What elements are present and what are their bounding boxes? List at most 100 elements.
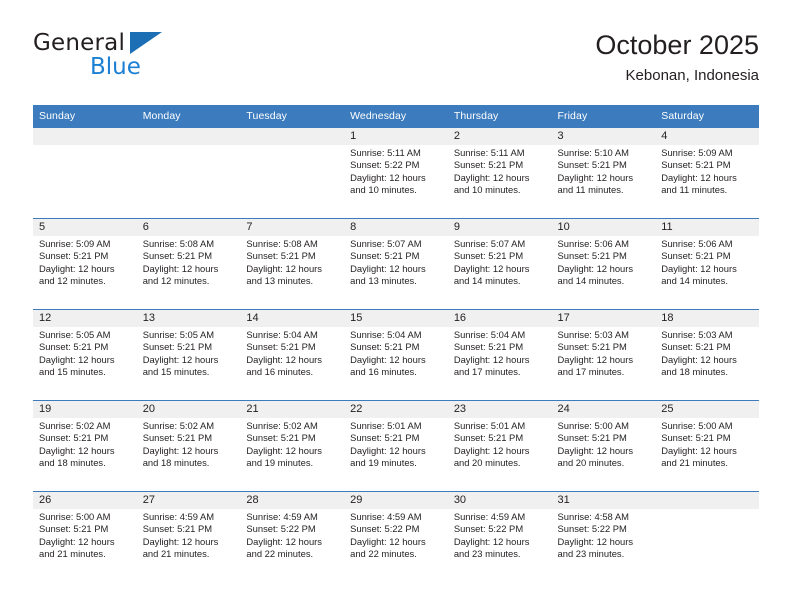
sunrise-text: Sunrise: 4:59 AM xyxy=(142,511,215,522)
daylight-text-line2: and 21 minutes. xyxy=(661,456,728,468)
sun-info: Sunrise: 5:04 AM Sunset: 5:21 PM Daylight:… xyxy=(448,327,552,378)
daylight-text-line1: Daylight: 12 hours xyxy=(246,535,322,547)
day-number: 27 xyxy=(136,492,241,509)
daylight-text-line2: and 20 minutes. xyxy=(557,456,625,468)
calendar-cell-day[interactable]: 4 Sunrise: 5:09 AM Sunset: 5:21 PM Daylight… xyxy=(655,128,759,219)
sun-info: Sunrise: 5:10 AM Sunset: 5:21 PM Daylight:… xyxy=(552,145,656,196)
calendar-cell-day[interactable]: 30 Sunrise: 4:59 AM Sunset: 5:22 PM Dayligh… xyxy=(447,491,552,582)
sunset-text: Sunset: 5:21 PM xyxy=(557,250,627,262)
calendar-cell-day[interactable]: 15 Sunrise: 5:04 AM Sunset: 5:21 PM Dayligh… xyxy=(344,309,448,401)
calendar-cell-day[interactable]: 24 Sunrise: 5:00 AM Sunset: 5:21 PM Dayligh… xyxy=(551,400,656,492)
day-number: 11 xyxy=(655,219,759,236)
calendar-cell-day[interactable]: 22 Sunrise: 5:01 AM Sunset: 5:21 PM Dayligh… xyxy=(344,400,448,492)
daylight-text-line1: Daylight: 12 hours xyxy=(39,535,115,547)
day-number: 23 xyxy=(447,401,552,418)
day-cell xyxy=(655,492,759,582)
daylight-text-line2: and 21 minutes. xyxy=(142,547,210,559)
day-number: 4 xyxy=(655,128,759,145)
sunset-text: Sunset: 5:21 PM xyxy=(350,341,420,353)
day-number: 22 xyxy=(344,401,448,418)
sun-info: Sunrise: 5:02 AM Sunset: 5:21 PM Daylight:… xyxy=(33,418,137,469)
calendar-cell-day[interactable]: 31 Sunrise: 4:58 AM Sunset: 5:22 PM Dayligh… xyxy=(551,491,656,582)
weekday-header-monday: Monday xyxy=(136,105,241,128)
day-number: 15 xyxy=(344,310,448,327)
sunset-text: Sunset: 5:21 PM xyxy=(142,250,213,262)
calendar-header-row: Sunday Monday Tuesday Wednesday Thursday… xyxy=(33,105,759,128)
calendar-cell-day[interactable]: 14 Sunrise: 5:04 AM Sunset: 5:21 PM Dayligh… xyxy=(240,309,345,401)
sun-info: Sunrise: 5:00 AM Sunset: 5:21 PM Daylight:… xyxy=(33,509,137,560)
calendar-cell-day[interactable]: 6 Sunrise: 5:08 AM Sunset: 5:21 PM Daylight… xyxy=(136,218,241,310)
triangle-icon xyxy=(130,32,162,54)
day-number: 20 xyxy=(136,401,241,418)
sunrise-text: Sunrise: 5:07 AM xyxy=(350,238,422,249)
sun-info: Sunrise: 4:59 AM Sunset: 5:22 PM Daylight:… xyxy=(240,509,344,560)
day-cell: 15 Sunrise: 5:04 AM Sunset: 5:21 PM Dayligh… xyxy=(344,310,448,400)
calendar-cell-day[interactable]: 3 Sunrise: 5:10 AM Sunset: 5:21 PM Daylight… xyxy=(551,128,656,219)
calendar-cell-day[interactable]: 2 Sunrise: 5:11 AM Sunset: 5:21 PM Daylight… xyxy=(447,128,552,219)
calendar-cell-day[interactable]: 23 Sunrise: 5:01 AM Sunset: 5:21 PM Dayligh… xyxy=(447,400,552,492)
calendar-cell-day[interactable]: 29 Sunrise: 4:59 AM Sunset: 5:22 PM Dayligh… xyxy=(344,491,448,582)
sunrise-text: Sunrise: 5:11 AM xyxy=(453,147,525,158)
daylight-text-line2: and 19 minutes. xyxy=(350,456,417,468)
calendar-cell-day[interactable]: 9 Sunrise: 5:07 AM Sunset: 5:21 PM Daylight… xyxy=(447,218,552,310)
daylight-text-line1: Daylight: 12 hours xyxy=(246,262,322,274)
calendar-cell-day[interactable]: 7 Sunrise: 5:08 AM Sunset: 5:21 PM Daylight… xyxy=(240,218,345,310)
daylight-text-line1: Daylight: 12 hours xyxy=(557,444,634,456)
sunrise-text: Sunrise: 5:06 AM xyxy=(661,238,733,249)
sunrise-text: Sunrise: 5:09 AM xyxy=(661,147,733,158)
weekday-header-sunday: Sunday xyxy=(33,105,137,128)
calendar-cell-day[interactable]: 25 Sunrise: 5:00 AM Sunset: 5:21 PM Dayligh… xyxy=(655,400,759,492)
sunset-text: Sunset: 5:21 PM xyxy=(661,432,731,444)
sun-info: Sunrise: 5:06 AM Sunset: 5:21 PM Daylight:… xyxy=(552,236,656,287)
calendar-cell-day[interactable]: 8 Sunrise: 5:07 AM Sunset: 5:21 PM Daylight… xyxy=(344,218,448,310)
calendar-cell-day[interactable]: 18 Sunrise: 5:03 AM Sunset: 5:21 PM Dayligh… xyxy=(655,309,759,401)
calendar-cell-day[interactable]: 1 Sunrise: 5:11 AM Sunset: 5:22 PM Daylight… xyxy=(344,128,448,219)
calendar-cell-day[interactable]: 13 Sunrise: 5:05 AM Sunset: 5:21 PM Dayligh… xyxy=(136,309,241,401)
daylight-text-line2: and 23 minutes. xyxy=(557,547,625,559)
day-cell: 11 Sunrise: 5:06 AM Sunset: 5:21 PM Dayligh… xyxy=(655,219,759,309)
daylight-text-line1: Daylight: 12 hours xyxy=(453,171,530,183)
page-header: General Blue October 2025 Kebonan, Indon… xyxy=(33,28,759,100)
sunset-text: Sunset: 5:21 PM xyxy=(350,250,420,262)
calendar-cell-day[interactable]: 20 Sunrise: 5:02 AM Sunset: 5:21 PM Dayligh… xyxy=(136,400,241,492)
day-cell: 10 Sunrise: 5:06 AM Sunset: 5:21 PM Dayligh… xyxy=(551,219,656,309)
general-blue-logo[interactable]: General Blue xyxy=(33,28,233,88)
daylight-text-line1: Daylight: 12 hours xyxy=(350,444,426,456)
day-cell: 24 Sunrise: 5:00 AM Sunset: 5:21 PM Dayligh… xyxy=(551,401,656,491)
daylight-text-line2: and 22 minutes. xyxy=(246,547,314,559)
day-cell: 14 Sunrise: 5:04 AM Sunset: 5:21 PM Dayligh… xyxy=(240,310,345,400)
daylight-text-line2: and 23 minutes. xyxy=(453,547,521,559)
daylight-text-line2: and 12 minutes. xyxy=(142,274,210,286)
calendar-cell-day[interactable]: 17 Sunrise: 5:03 AM Sunset: 5:21 PM Dayligh… xyxy=(551,309,656,401)
day-cell: 27 Sunrise: 4:59 AM Sunset: 5:21 PM Dayligh… xyxy=(136,492,241,582)
sunset-text: Sunset: 5:21 PM xyxy=(142,523,213,535)
sunset-text: Sunset: 5:22 PM xyxy=(350,159,420,171)
calendar-cell-day[interactable]: 11 Sunrise: 5:06 AM Sunset: 5:21 PM Dayligh… xyxy=(655,218,759,310)
calendar-cell-day[interactable]: 16 Sunrise: 5:04 AM Sunset: 5:21 PM Dayligh… xyxy=(447,309,552,401)
day-cell: 2 Sunrise: 5:11 AM Sunset: 5:21 PM Daylight… xyxy=(447,128,552,218)
daylight-text-line1: Daylight: 12 hours xyxy=(557,535,634,547)
sunset-text: Sunset: 5:21 PM xyxy=(246,341,316,353)
calendar-cell-day[interactable]: 12 Sunrise: 5:05 AM Sunset: 5:21 PM Dayligh… xyxy=(33,309,137,401)
daylight-text-line2: and 10 minutes. xyxy=(453,183,521,195)
sunrise-text: Sunrise: 5:03 AM xyxy=(557,329,629,340)
sunset-text: Sunset: 5:21 PM xyxy=(453,159,524,171)
day-cell: 20 Sunrise: 5:02 AM Sunset: 5:21 PM Dayligh… xyxy=(136,401,241,491)
daylight-text-line1: Daylight: 12 hours xyxy=(246,353,322,365)
day-cell: 13 Sunrise: 5:05 AM Sunset: 5:21 PM Dayligh… xyxy=(136,310,241,400)
sunset-text: Sunset: 5:21 PM xyxy=(661,159,731,171)
calendar-cell-day[interactable]: 19 Sunrise: 5:02 AM Sunset: 5:21 PM Dayligh… xyxy=(33,400,137,492)
day-cell: 18 Sunrise: 5:03 AM Sunset: 5:21 PM Dayligh… xyxy=(655,310,759,400)
day-number: 7 xyxy=(240,219,345,236)
daylight-text-line2: and 13 minutes. xyxy=(246,274,314,286)
calendar-cell-day[interactable]: 21 Sunrise: 5:02 AM Sunset: 5:21 PM Dayligh… xyxy=(240,400,345,492)
calendar-cell-day[interactable]: 26 Sunrise: 5:00 AM Sunset: 5:21 PM Dayligh… xyxy=(33,491,137,582)
calendar-cell-day[interactable]: 27 Sunrise: 4:59 AM Sunset: 5:21 PM Dayligh… xyxy=(136,491,241,582)
daylight-text-line1: Daylight: 12 hours xyxy=(350,171,426,183)
calendar-cell-day[interactable]: 28 Sunrise: 4:59 AM Sunset: 5:22 PM Dayligh… xyxy=(240,491,345,582)
sun-info: Sunrise: 5:00 AM Sunset: 5:21 PM Daylight:… xyxy=(552,418,656,469)
calendar-cell-day[interactable]: 10 Sunrise: 5:06 AM Sunset: 5:21 PM Dayligh… xyxy=(551,218,656,310)
calendar-cell-day[interactable]: 5 Sunrise: 5:09 AM Sunset: 5:21 PM Daylight… xyxy=(33,218,137,310)
day-number: 21 xyxy=(240,401,345,418)
day-cell: 29 Sunrise: 4:59 AM Sunset: 5:22 PM Dayligh… xyxy=(344,492,448,582)
